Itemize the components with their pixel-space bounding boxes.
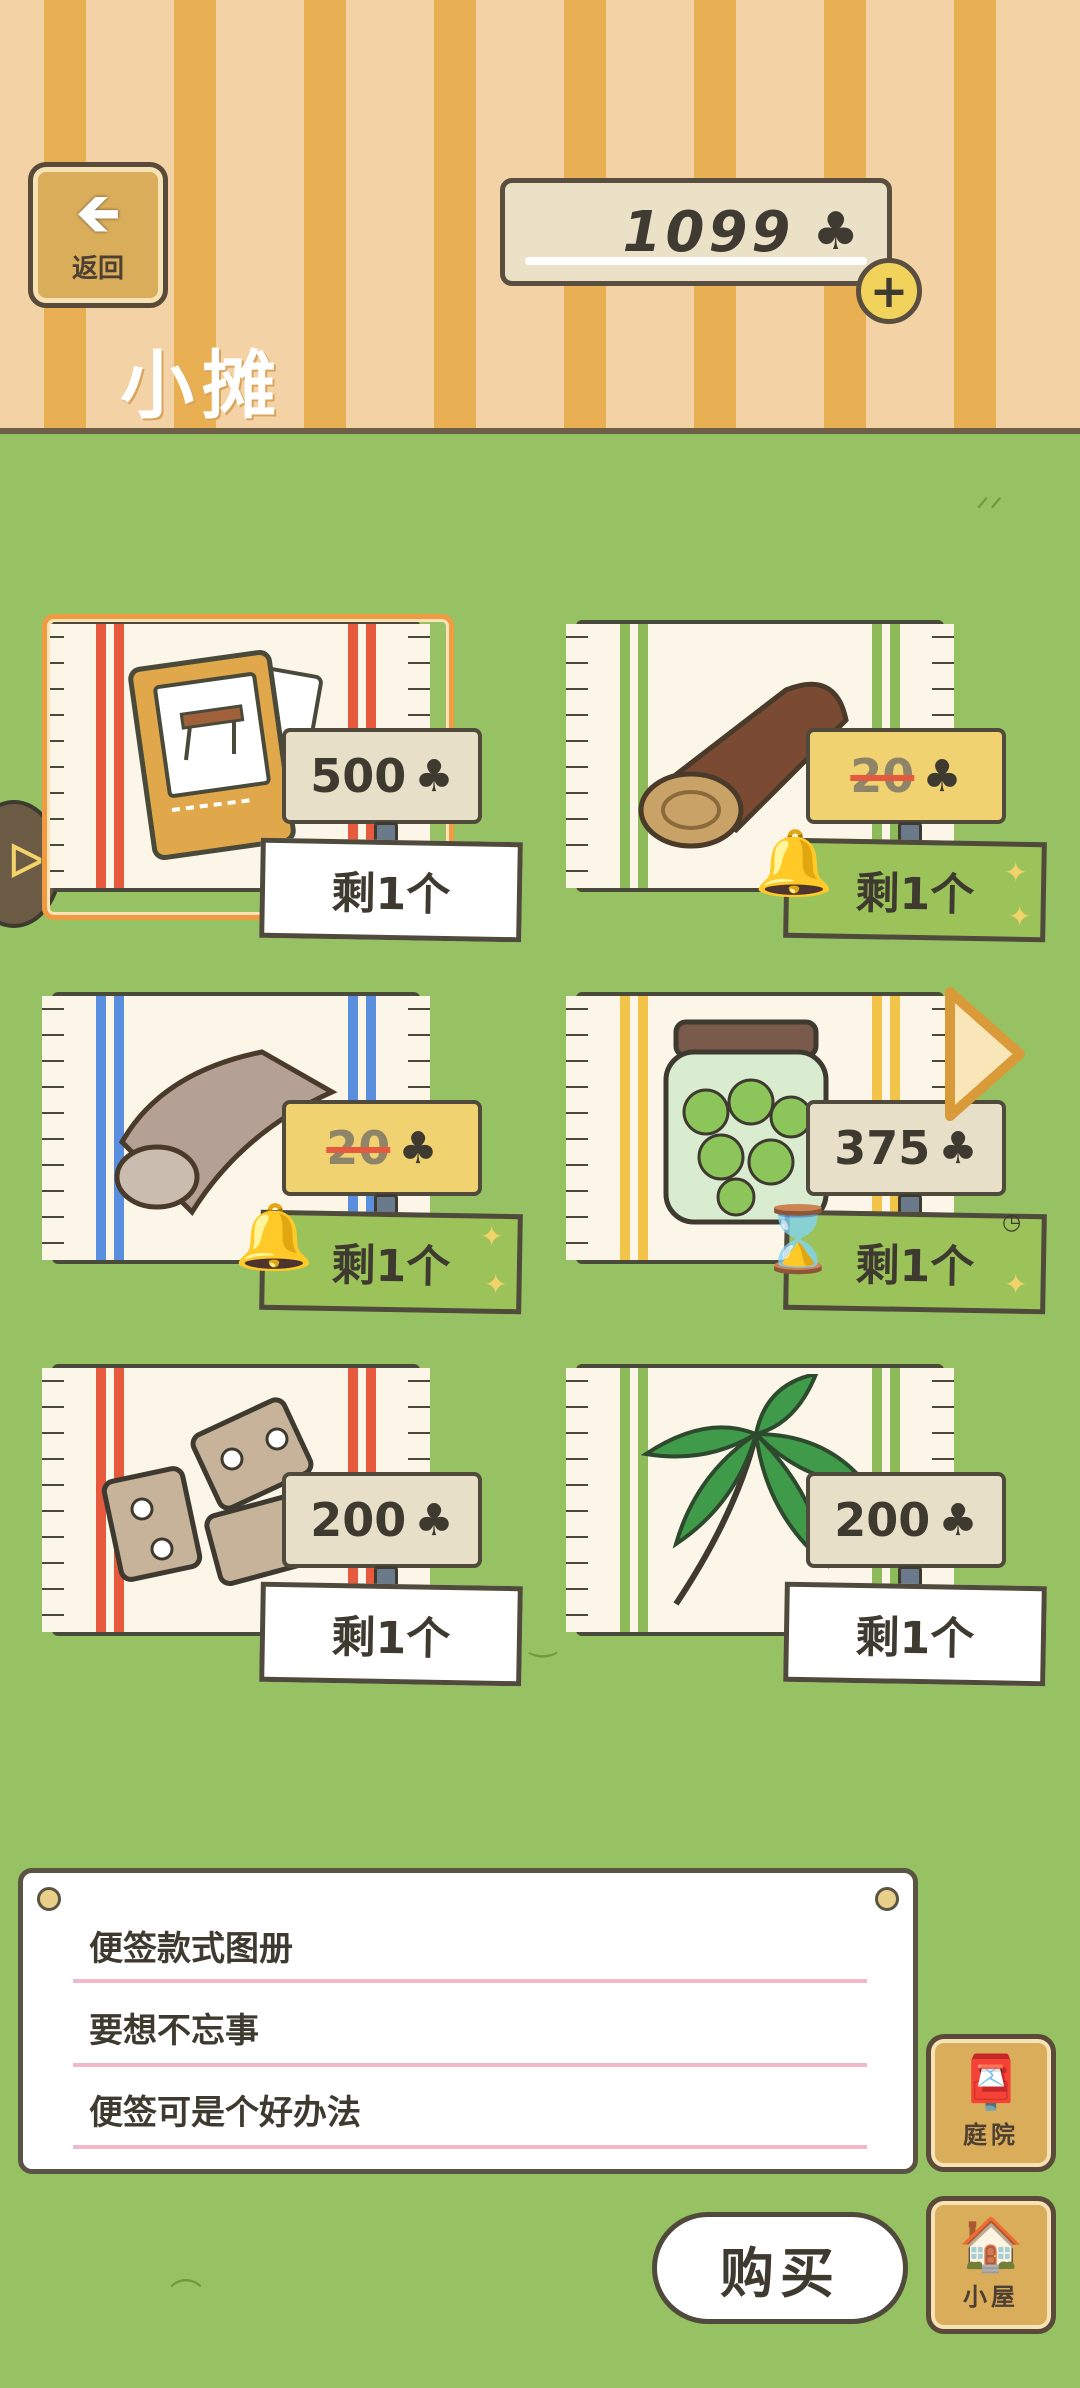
- item-name: 便签款式图册: [89, 1929, 293, 1969]
- price-value: 200: [310, 1493, 407, 1547]
- clover-icon: ♣: [812, 202, 859, 262]
- mailbox-icon: 📮: [958, 2052, 1024, 2113]
- stock-label: 剩1个: [259, 837, 523, 943]
- back-label: 返回: [71, 253, 124, 284]
- back-button[interactable]: 🡸 返回: [28, 162, 168, 308]
- grass-mark: ᐟᐟ: [976, 490, 1004, 528]
- sparkle-icon: ✦: [1004, 1268, 1028, 1301]
- clover-icon: ♣: [414, 1494, 454, 1546]
- clock-icon: ◷: [1002, 1210, 1022, 1235]
- sparkle-icon: ✦: [484, 1268, 508, 1301]
- bell-icon: 🔔: [754, 827, 834, 901]
- house-icon: 🏠: [958, 2214, 1024, 2275]
- price-value: 375: [834, 1121, 931, 1175]
- price-value: 20: [326, 1121, 391, 1175]
- shop-item-card[interactable]: 200 ♣ 剩1个: [32, 1364, 523, 1687]
- grass-mark: ‿: [530, 1620, 556, 1658]
- grass-mark: ⌒: [170, 2276, 203, 2314]
- price-tag: 500 ♣: [282, 728, 482, 824]
- shop-item-card[interactable]: 20 ♣ 剩1个 🔔 ✦ ✦: [556, 620, 1047, 943]
- price-value: 20: [850, 749, 915, 803]
- clover-amount: 1099: [622, 199, 795, 265]
- price-value: 500: [310, 749, 407, 803]
- clover-icon: ♣: [414, 750, 454, 802]
- stock-label: 剩1个: [259, 1581, 523, 1687]
- clover-icon: ♣: [938, 1122, 978, 1174]
- sparkle-icon: ✦: [1008, 900, 1032, 933]
- clover-counter: 1099 ♣: [500, 178, 892, 286]
- shop-item-card[interactable]: 200 ♣ 剩1个: [556, 1364, 1047, 1687]
- price-tag-sale: 20 ♣: [806, 728, 1006, 824]
- arrow-left-icon: 🡸: [75, 180, 121, 246]
- shop-item-card[interactable]: 375 ♣ 剩1个 ⌛ ✦ ◷: [556, 992, 1047, 1315]
- clover-icon: ♣: [922, 750, 962, 802]
- next-page-button[interactable]: [940, 986, 1028, 1122]
- bell-icon: 🔔: [234, 1201, 314, 1275]
- shop-item-card[interactable]: 500 ♣ 剩1个: [32, 614, 523, 943]
- shop-item-card[interactable]: 20 ♣ 剩1个 🔔 ✦ ✦: [32, 992, 523, 1315]
- clover-icon: ♣: [938, 1494, 978, 1546]
- house-button[interactable]: 🏠 小屋: [926, 2196, 1056, 2334]
- stock-label: 剩1个: [783, 1581, 1047, 1687]
- description-line: 要想不忘事: [89, 2011, 259, 2051]
- yard-button[interactable]: 📮 庭院: [926, 2034, 1056, 2172]
- buy-button[interactable]: 购买: [652, 2212, 908, 2324]
- clover-icon: ♣: [398, 1122, 438, 1174]
- hourglass-icon: ⌛: [758, 1203, 838, 1277]
- add-clover-button[interactable]: +: [856, 258, 922, 324]
- item-description-panel: 便签款式图册 要想不忘事 便签可是个好办法: [18, 1868, 918, 2174]
- description-line: 便签可是个好办法: [89, 2093, 361, 2133]
- page-title: 小摊: [120, 343, 284, 429]
- sparkle-icon: ✦: [480, 1220, 504, 1253]
- price-tag: 200 ♣: [282, 1472, 482, 1568]
- header: 🡸 返回 小摊 1099 ♣ +: [0, 0, 1080, 434]
- price-tag-sale: 20 ♣: [282, 1100, 482, 1196]
- sparkle-icon: ✦: [1004, 856, 1028, 889]
- price-tag: 200 ♣: [806, 1472, 1006, 1568]
- price-value: 200: [834, 1493, 931, 1547]
